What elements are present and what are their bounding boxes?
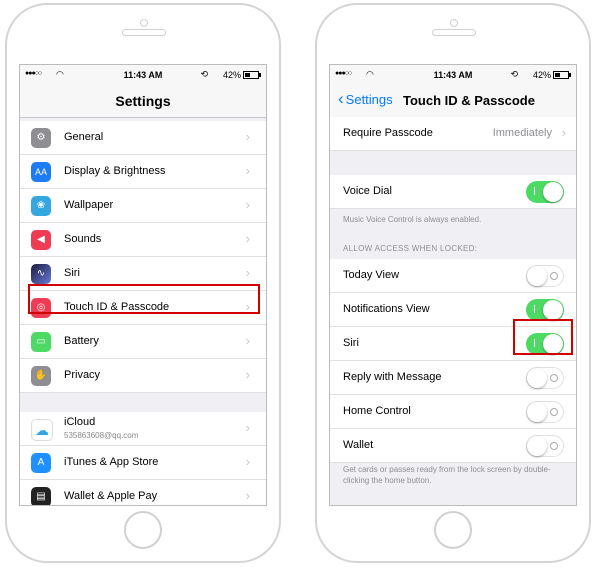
voice-dial-footer: Music Voice Control is always enabled. [343, 215, 482, 224]
settings-item-sounds[interactable]: ◀ Sounds › [20, 223, 266, 257]
earpiece-speaker [122, 29, 166, 36]
settings-item-label: Privacy [64, 369, 101, 381]
page-title: Touch ID & Passcode [403, 93, 535, 108]
chevron-right-icon: › [245, 420, 250, 435]
passcode-group: Require Passcode Immediately › [330, 117, 576, 151]
chevron-right-icon: › [245, 197, 250, 212]
row-label: Notifications View [343, 303, 430, 315]
settings-item-label: Battery [64, 335, 99, 347]
chevron-right-icon: › [245, 265, 250, 280]
voice-dial-group: Voice Dial [330, 175, 576, 209]
gear-icon: ⚙ [31, 128, 51, 148]
chevron-right-icon: › [245, 231, 250, 246]
chevron-right-icon: › [245, 454, 250, 469]
battery-icon: ▭ [31, 332, 51, 352]
battery-icon [553, 71, 571, 79]
settings-item-battery[interactable]: ▭ Battery › [20, 325, 266, 359]
settings-item-display[interactable]: AA Display & Brightness › [20, 155, 266, 189]
wallet-toggle[interactable] [526, 435, 564, 457]
chevron-left-icon: ‹ [338, 89, 344, 108]
account-email: 535863608@qq.com [64, 431, 139, 440]
wallet-row: Wallet [330, 429, 576, 463]
nav-bar: ‹ Settings Touch ID & Passcode [330, 85, 576, 118]
settings-group-2: ☁ iCloud 535863608@qq.com › A iTunes & A… [20, 412, 266, 505]
row-label: Home Control [343, 405, 411, 417]
wallet-icon: ▤ [31, 487, 51, 505]
left-phone-frame: ●●●○○ ◠ 11:43 AM ⟲ 42% Settings ⚙ Genera… [5, 3, 281, 563]
siri-icon: ∿ [31, 264, 51, 284]
today-view-row: Today View [330, 259, 576, 293]
home-control-toggle[interactable] [526, 401, 564, 423]
touch-id-highlight-box [28, 284, 260, 314]
settings-item-label: Siri [64, 267, 80, 279]
settings-item-label: Wallpaper [64, 199, 114, 211]
settings-item-wallpaper[interactable]: ❀ Wallpaper › [20, 189, 266, 223]
home-button[interactable] [434, 511, 472, 549]
row-label: Voice Dial [343, 185, 392, 197]
row-label: Require Passcode [343, 127, 433, 139]
require-passcode-row[interactable]: Require Passcode Immediately › [330, 117, 576, 151]
back-label: Settings [345, 92, 393, 107]
display-icon: AA [31, 162, 51, 182]
battery-percent: 42% [222, 70, 241, 80]
battery-icon [243, 71, 261, 79]
chevron-right-icon: › [561, 125, 566, 140]
settings-item-label: Sounds [64, 233, 102, 245]
row-label: Siri [343, 337, 359, 349]
status-bar: ●●●○○ ◠ 11:43 AM ⟲ 42% [330, 65, 576, 85]
settings-item-privacy[interactable]: ✋ Privacy › [20, 359, 266, 393]
speaker-icon: ◀ [31, 230, 51, 250]
row-label: Today View [343, 269, 400, 281]
voice-dial-toggle[interactable] [526, 181, 564, 203]
reply-with-message-row: Reply with Message [330, 361, 576, 395]
chevron-right-icon: › [245, 129, 250, 144]
reply-with-message-toggle[interactable] [526, 367, 564, 389]
settings-item-app-store[interactable]: A iTunes & App Store › [20, 446, 266, 480]
voice-dial-row: Voice Dial [330, 175, 576, 209]
rotation-lock-icon: ⟲ [510, 69, 518, 79]
home-button[interactable] [124, 511, 162, 549]
chevron-right-icon: › [245, 488, 250, 503]
chevron-right-icon: › [245, 367, 250, 382]
row-label: Wallet [343, 439, 374, 451]
wallet-footer: Get cards or passes ready from the lock … [343, 465, 551, 485]
settings-item-icloud[interactable]: ☁ iCloud 535863608@qq.com › [20, 412, 266, 446]
home-control-row: Home Control [330, 395, 576, 429]
settings-item-label: Display & Brightness [64, 165, 166, 177]
chevron-right-icon: › [245, 163, 250, 178]
rotation-lock-icon: ⟲ [200, 69, 208, 79]
settings-item-label: General [64, 131, 104, 143]
settings-item-label: Wallet & Apple Pay [64, 490, 158, 502]
today-view-toggle[interactable] [526, 265, 564, 287]
status-bar: ●●●○○ ◠ 11:43 AM ⟲ 42% [20, 65, 266, 85]
settings-item-label: iTunes & App Store [64, 456, 159, 468]
row-label: Reply with Message [343, 371, 442, 383]
app-store-icon: A [31, 453, 51, 473]
settings-item-wallet[interactable]: ▤ Wallet & Apple Pay › [20, 480, 266, 505]
hand-icon: ✋ [31, 366, 51, 386]
wallpaper-icon: ❀ [31, 196, 51, 216]
settings-item-label: iCloud [64, 416, 96, 428]
cloud-icon: ☁ [31, 419, 53, 441]
nav-bar: Settings [20, 85, 266, 118]
touch-id-screen: ●●●○○ ◠ 11:43 AM ⟲ 42% ‹ Settings Touch I… [329, 64, 577, 506]
chevron-right-icon: › [245, 333, 250, 348]
settings-item-general[interactable]: ⚙ General › [20, 121, 266, 155]
locked-section-header: ALLOW ACCESS WHEN LOCKED: [343, 244, 478, 253]
siri-toggle-highlight-box [513, 319, 573, 355]
front-camera [140, 19, 148, 27]
locked-access-group: Today View Notifications View Siri Reply… [330, 259, 576, 463]
battery-percent: 42% [532, 70, 551, 80]
back-button[interactable]: ‹ Settings [338, 89, 393, 108]
notifications-view-toggle[interactable] [526, 299, 564, 321]
front-camera [450, 19, 458, 27]
page-title: Settings [115, 93, 171, 109]
row-value: Immediately [492, 127, 552, 139]
earpiece-speaker [432, 29, 476, 36]
right-phone-frame: ●●●○○ ◠ 11:43 AM ⟲ 42% ‹ Settings Touch I… [315, 3, 591, 563]
settings-group-1: ⚙ General › AA Display & Brightness › ❀ … [20, 121, 266, 393]
